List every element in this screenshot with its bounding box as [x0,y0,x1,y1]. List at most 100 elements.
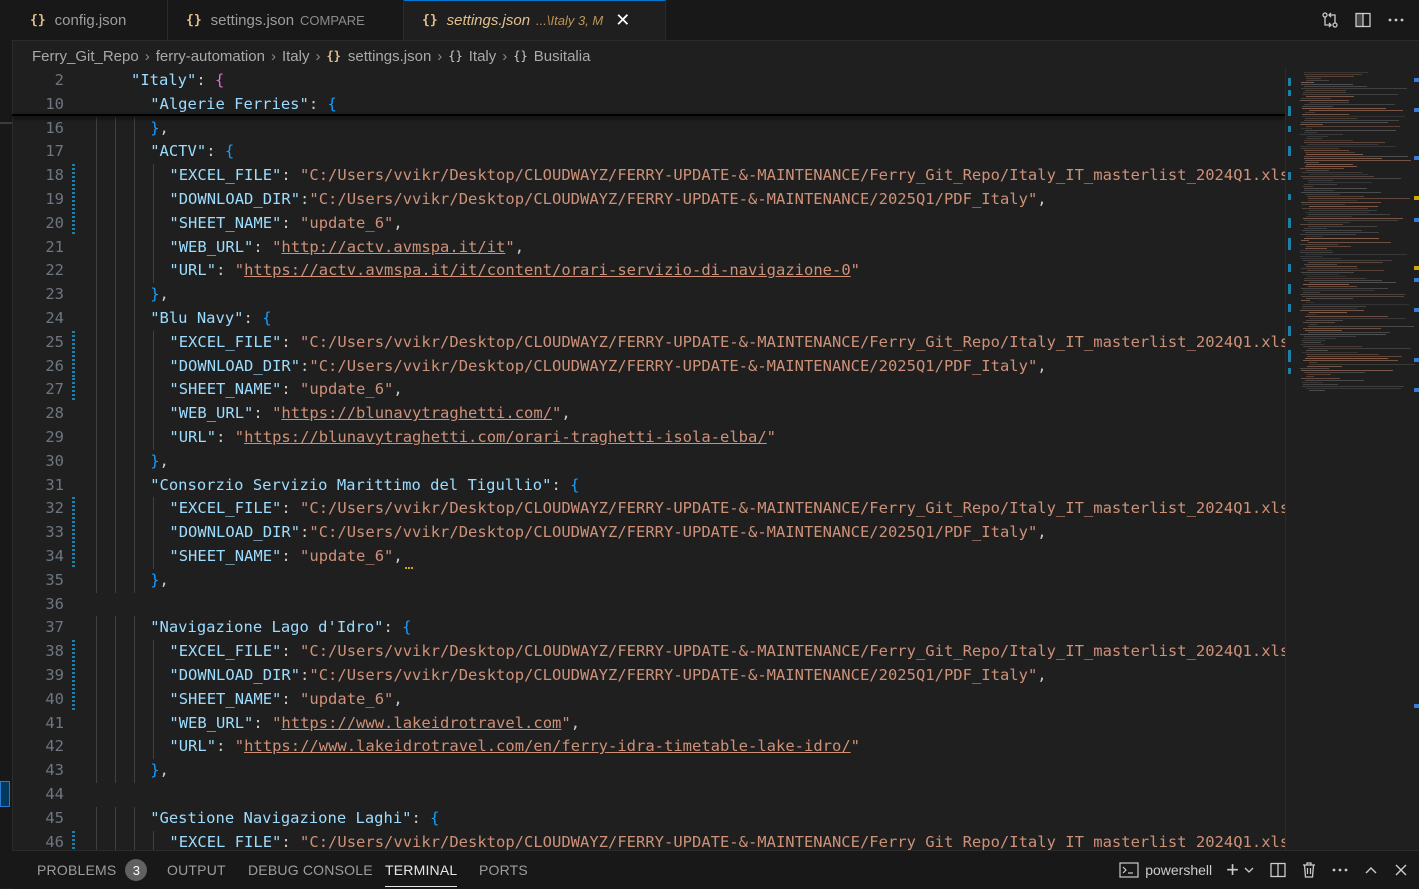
code-line[interactable]: 18 "EXCEL_FILE": "C:/Users/vvikr/Desktop/… [12,164,1285,189]
code-editor[interactable]: 2 "Italy": {10 "Algerie Ferries": {16}, 17 "… [12,68,1285,850]
line-number: 44 [45,785,64,803]
minimap-change-marker [1288,350,1291,362]
indent-guide [96,735,97,760]
code-line[interactable]: 31 "Consorzio Servizio Marittimo del Tigu… [12,473,1285,498]
minimap-change-marker [1288,284,1291,294]
close-panel-icon[interactable] [1393,862,1409,878]
split-editor-icon[interactable] [1353,10,1373,30]
warning-squiggle[interactable] [405,563,413,569]
minimap-line [1303,290,1374,291]
code-line[interactable]: 36 [12,593,1285,616]
code-line[interactable]: 21 "WEB_URL": "http://actv.avmspa.it/it", [12,235,1285,260]
code-line[interactable]: 39 "DOWNLOAD_DIR":"C:/Users/vvikr/Desktop… [12,664,1285,688]
trash-icon[interactable] [1301,861,1317,879]
breadcrumb-item[interactable]: Busitalia [534,48,591,65]
code-line[interactable]: 22 "URL": "https://actv.avmspa.it/it/cont… [12,259,1285,284]
indent-guide [153,235,154,260]
code-line[interactable]: 26 "DOWNLOAD_DIR":"C:/Users/vvikr/Desktop… [12,354,1285,379]
minimap[interactable] [1285,68,1419,850]
minimap-line [1305,380,1364,381]
indent-guide [134,307,135,331]
code-text: "SHEET_NAME": "update_6", [169,547,403,565]
code-line[interactable]: 35}, [12,568,1285,593]
line-number: 34 [45,547,64,565]
minimap-line [1307,270,1384,271]
code-text: "WEB_URL": "https://www.lakeidrotravel.c… [169,713,581,732]
minimap-change-marker [1288,368,1291,374]
indent-guide [134,616,135,641]
more-actions-icon[interactable] [1331,861,1349,879]
minimap-line [1306,126,1400,127]
code-line[interactable]: 27 "SHEET_NAME": "update_6", [12,378,1285,403]
chevron-down-icon[interactable] [1243,864,1255,876]
indent-guide [115,806,116,831]
breadcrumb-item[interactable]: ferry-automation [156,48,265,65]
code-line[interactable]: 33 "DOWNLOAD_DIR":"C:/Users/vvikr/Desktop… [12,521,1285,546]
minimap-line [1307,356,1402,357]
code-line[interactable]: 17 "ACTV": { [12,140,1285,165]
minimap-line [1304,104,1395,105]
more-actions-icon[interactable] [1386,10,1406,30]
code-line[interactable]: 32 "EXCEL_FILE": "C:/Users/vvikr/Desktop/… [12,497,1285,522]
code-text: "DOWNLOAD_DIR":"C:/Users/vvikr/Desktop/C… [169,190,1047,208]
compare-changes-icon[interactable] [1320,10,1340,30]
indent-guide [153,426,154,450]
scrollbar-decoration [1414,266,1419,270]
code-line[interactable]: 16}, [12,116,1285,141]
modified-line-indicator [72,497,75,521]
code-line[interactable]: 40 "SHEET_NAME": "update_6", [12,687,1285,712]
indent-guide [115,283,116,308]
minimap-line [1301,148,1339,149]
close-icon[interactable]: ✕ [615,10,630,31]
minimap-line [1306,96,1354,97]
tab-problems[interactable]: PROBLEMS 3 [37,851,148,889]
breadcrumb-item[interactable]: Italy [469,48,497,65]
tab-config-json[interactable]: {} config.json [12,0,168,40]
code-line[interactable]: 30}, [12,449,1285,474]
code-line[interactable]: 37 "Navigazione Lago d'Idro": { [12,616,1285,641]
code-line[interactable]: 41 "WEB_URL": "https://www.lakeidrotravel… [12,711,1285,736]
code-line[interactable]: 19 "DOWNLOAD_DIR":"C:/Users/vvikr/Desktop… [12,188,1285,212]
code-line[interactable]: 24 "Blu Navy": { [12,307,1285,331]
code-line[interactable]: 25 "EXCEL_FILE": "C:/Users/vvikr/Desktop/… [12,330,1285,355]
tab-ports[interactable]: PORTS [479,851,528,889]
new-terminal-icon[interactable]: + [1226,857,1239,883]
tab-settings-json-compare[interactable]: {} settings.json COMPARE [168,0,404,40]
code-line[interactable]: 28 "WEB_URL": "https://blunavytraghetti.c… [12,402,1285,427]
code-line[interactable]: 20 "SHEET_NAME": "update_6", [12,211,1285,236]
code-text: "URL": "https://www.lakeidrotravel.com/e… [169,737,860,756]
code-line[interactable]: 46 "EXCEL_FILE": "C:/Users/vvikr/Desktop/… [12,830,1285,850]
minimap-line [1304,190,1334,191]
indent-guide [153,259,154,284]
minimap-line [1303,274,1339,275]
code-line[interactable]: 23}, [12,283,1285,308]
code-line[interactable]: 43}, [12,759,1285,784]
breadcrumb-item[interactable]: Italy [282,48,310,65]
tab-debug-console[interactable]: DEBUG CONSOLE [248,851,373,889]
terminal-selector[interactable]: powershell [1119,862,1212,878]
tab-terminal[interactable]: TERMINAL [385,851,458,889]
code-line[interactable]: 10 "Algerie Ferries": { [12,93,1285,116]
minimap-line [1306,78,1321,79]
code-line[interactable]: 2 "Italy": { [12,69,1285,92]
code-line[interactable]: 34 "SHEET_NAME": "update_6", [12,545,1285,569]
split-terminal-icon[interactable] [1269,861,1287,879]
code-line[interactable]: 42 "URL": "https://www.lakeidrotravel.com… [12,735,1285,760]
breadcrumb-item[interactable]: Ferry_Git_Repo [32,48,139,65]
minimap-line [1305,330,1342,331]
maximize-panel-icon[interactable] [1363,862,1379,878]
minimap-line [1308,182,1372,183]
tab-output[interactable]: OUTPUT [167,851,226,889]
code-line[interactable]: 38 "EXCEL_FILE": "C:/Users/vvikr/Desktop/… [12,640,1285,665]
minimap-line [1304,280,1382,281]
code-text: "SHEET_NAME": "update_6", [169,380,403,399]
code-line[interactable]: 45 "Gestione Navigazione Laghi": { [12,806,1285,831]
modified-line-indicator [72,378,75,402]
code-line[interactable]: 29 "URL": "https://blunavytraghetti.com/o… [12,426,1285,450]
code-line[interactable]: 44 [12,783,1285,806]
minimap-line [1303,92,1346,93]
minimap-line [1300,234,1356,235]
tab-settings-json-active[interactable]: {} settings.json ...\Italy 3, M ✕ [404,0,666,40]
json-file-icon: {} [186,12,202,28]
breadcrumb-item[interactable]: settings.json [348,48,431,65]
